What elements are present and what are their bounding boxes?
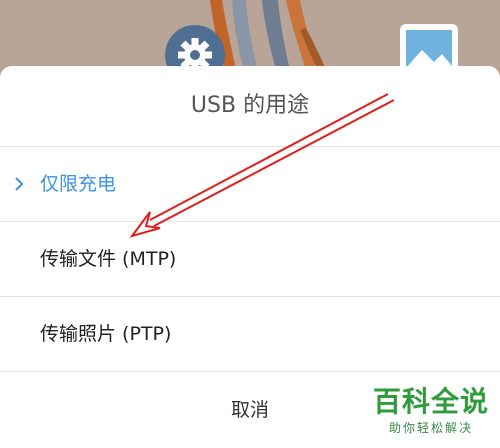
- option-transfer-photos-ptp[interactable]: 传输照片 (PTP): [0, 297, 500, 371]
- chevron-right-icon: [12, 147, 26, 221]
- option-label: 传输照片 (PTP): [40, 323, 172, 345]
- watermark-logo: 百科全说 助你轻松解决: [372, 384, 490, 444]
- option-label: 仅限充电: [40, 173, 117, 195]
- option-transfer-files-mtp[interactable]: 传输文件 (MTP): [0, 222, 500, 296]
- option-label: 传输文件 (MTP): [40, 248, 177, 270]
- option-charge-only[interactable]: 仅限充电: [0, 147, 500, 221]
- settings-gear-icon: [165, 25, 225, 70]
- watermark-subtitle: 助你轻松解决: [388, 421, 473, 435]
- watermark-title: 百科全说: [372, 385, 489, 418]
- dialog-title: USB 的用途: [190, 93, 310, 118]
- gallery-icon: [400, 24, 458, 68]
